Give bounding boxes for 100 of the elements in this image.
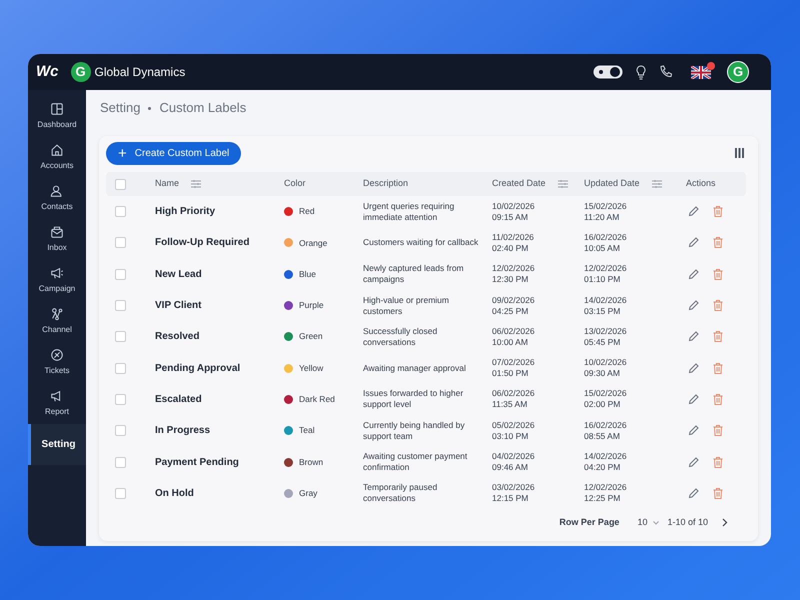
updated-date: 14/02/2026 [584, 451, 628, 462]
edit-icon[interactable] [688, 425, 699, 436]
created-date: 12/02/2026 [492, 263, 536, 274]
color-name: Green [299, 330, 323, 344]
color-name: Orange [299, 236, 328, 250]
created-date: 10/02/2026 [492, 200, 536, 212]
checkbox[interactable] [115, 425, 126, 436]
description: Customers waiting for callback [363, 237, 480, 248]
breadcrumb-current: Custom Labels [159, 99, 246, 118]
edit-icon[interactable] [688, 206, 699, 218]
updated-date: 12/02/2026 [584, 482, 628, 494]
label-name: On Hold [155, 488, 194, 499]
delete-icon[interactable] [713, 268, 723, 280]
inbox-icon [50, 225, 64, 239]
home-icon [50, 143, 64, 157]
sidebar-item[interactable]: Channel [28, 301, 86, 342]
checkbox[interactable] [115, 206, 126, 218]
checkbox[interactable] [115, 237, 126, 248]
delete-icon[interactable] [713, 331, 723, 342]
edit-icon[interactable] [688, 394, 699, 405]
columns-icon[interactable] [735, 148, 744, 158]
updated-time: 02:00 PM [584, 399, 622, 410]
checkbox[interactable] [115, 300, 126, 312]
created-time: 12:30 PM [492, 274, 530, 286]
edit-icon[interactable] [688, 331, 699, 342]
rows-per-page-select[interactable]: 10 [637, 516, 660, 530]
checkbox[interactable] [115, 456, 126, 468]
description: Issues forwarded to higher support level [363, 388, 464, 410]
phone-icon[interactable] [659, 65, 673, 79]
edit-icon[interactable] [688, 362, 699, 374]
lightbulb-icon[interactable] [635, 64, 647, 80]
description: Newly captured leads from campaigns [363, 263, 465, 286]
description: Temporarily paused conversations [363, 482, 438, 504]
updated-date: 16/02/2026 [584, 420, 628, 431]
edit-icon[interactable] [688, 456, 699, 468]
delete-icon[interactable] [713, 206, 723, 218]
created-time: 11:35 AM [492, 399, 528, 410]
sidebar-item[interactable]: Report [28, 383, 86, 424]
checkbox[interactable] [115, 178, 126, 190]
checkbox[interactable] [115, 488, 126, 499]
delete-icon[interactable] [713, 488, 723, 499]
delete-icon[interactable] [713, 237, 723, 248]
delete-icon[interactable] [713, 456, 723, 468]
description: High-value or premium customers [363, 294, 450, 317]
edit-icon[interactable] [688, 268, 699, 280]
chevron-down-icon [653, 520, 660, 525]
created-time: 03:10 PM [492, 430, 530, 442]
ticket-icon [50, 348, 64, 362]
updated-date: 15/02/2026 [584, 200, 628, 212]
filter-icon[interactable] [558, 180, 568, 188]
updated-date: 13/02/2026 [584, 326, 628, 337]
label-name: New Lead [155, 268, 202, 280]
next-page-icon[interactable] [722, 518, 728, 528]
label-name: VIP Client [155, 300, 202, 312]
edit-icon[interactable] [688, 488, 699, 499]
description: Awaiting manager approval [363, 362, 467, 374]
column-header[interactable]: Name [155, 177, 202, 191]
create-label-button[interactable]: + Create Custom Label [106, 142, 242, 164]
delete-icon[interactable] [713, 425, 723, 436]
breadcrumb-link[interactable]: Setting [100, 98, 140, 118]
delete-icon[interactable] [713, 300, 723, 312]
edit-icon[interactable] [688, 237, 699, 248]
created-date: 07/02/2026 [492, 357, 536, 368]
sidebar-item[interactable]: Dashboard [28, 96, 86, 137]
sidebar-item[interactable]: Campaign [28, 260, 86, 301]
column-header[interactable]: Description [363, 177, 408, 191]
updated-time: 01:10 PM [584, 274, 622, 286]
page-range: 1-10 of 10 [667, 516, 708, 530]
checkbox[interactable] [115, 331, 126, 342]
sidebar-item[interactable]: Tickets [28, 342, 86, 383]
delete-icon[interactable] [713, 394, 723, 405]
created-time: 09:46 AM [492, 462, 529, 474]
sidebar-item[interactable]: Accounts [28, 137, 86, 178]
updated-time: 09:30 AM [584, 368, 621, 380]
column-header[interactable]: Actions [686, 177, 716, 191]
checkbox[interactable] [115, 268, 126, 280]
app-logo: Wc [36, 62, 58, 82]
column-header[interactable]: Created Date [492, 177, 568, 191]
filter-icon[interactable] [652, 180, 662, 188]
checkbox[interactable] [115, 394, 126, 405]
label-name: Escalated [155, 394, 202, 405]
column-header[interactable]: Updated Date [584, 177, 662, 191]
filter-icon[interactable] [191, 180, 202, 188]
checkbox[interactable] [115, 362, 126, 374]
sidebar-item[interactable]: Setting [28, 424, 86, 465]
updated-time: 10:05 AM [584, 242, 621, 254]
column-header[interactable]: Color [284, 177, 306, 191]
created-date: 04/02/2026 [492, 451, 536, 462]
edit-icon[interactable] [688, 300, 699, 312]
updated-time: 11:20 AM [584, 212, 620, 223]
color-name: Dark Red [299, 393, 335, 406]
delete-icon[interactable] [713, 362, 723, 374]
uk-flag-icon[interactable] [691, 66, 711, 78]
channel-icon [50, 307, 64, 321]
updated-time: 04:20 PM [584, 462, 622, 474]
theme-toggle-icon[interactable] [593, 65, 623, 79]
label-name: Pending Approval [155, 362, 240, 374]
sidebar-item[interactable]: Inbox [28, 219, 86, 260]
sidebar-item[interactable]: Contacts [28, 178, 86, 219]
megaphone-icon [50, 266, 64, 280]
